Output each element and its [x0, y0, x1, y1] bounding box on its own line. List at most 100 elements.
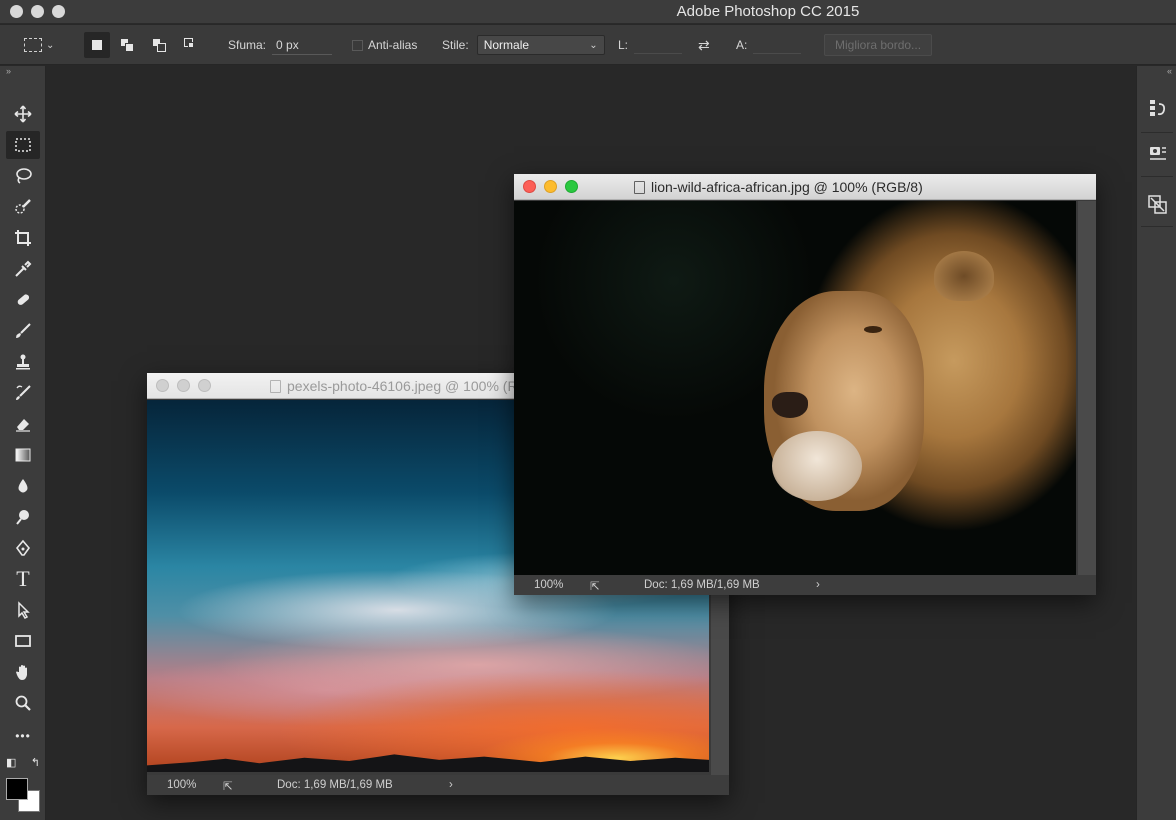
pen-tool[interactable] — [6, 534, 40, 562]
healing-brush-tool[interactable] — [6, 286, 40, 314]
intersect-selection-button[interactable] — [178, 32, 204, 58]
rect-marquee-icon — [15, 138, 31, 152]
default-colors-icon[interactable]: ◧ — [6, 756, 16, 769]
close-document-button[interactable] — [156, 379, 169, 392]
type-tool[interactable]: T — [6, 565, 40, 593]
properties-panel-icon — [1150, 147, 1166, 160]
add-to-selection-button[interactable] — [114, 32, 140, 58]
lasso-icon — [16, 168, 32, 184]
move-icon — [14, 105, 32, 123]
intersect-selection-icon — [184, 38, 198, 52]
zoom-document-button[interactable] — [565, 180, 578, 193]
height-label: A: — [736, 38, 748, 52]
path-selection-tool[interactable] — [6, 596, 40, 624]
quick-selection-icon — [15, 199, 31, 214]
chevron-right-icon[interactable]: › — [449, 779, 453, 791]
lasso-tool[interactable] — [6, 162, 40, 190]
document-title: pexels-photo-46106.jpeg @ 100% (RGB/8) — [270, 378, 554, 394]
document-statusbar: 100% ⇱ Doc: 1,69 MB/1,69 MB › — [147, 775, 729, 795]
minimize-document-button[interactable] — [177, 379, 190, 392]
refine-edge-button[interactable]: Migliora bordo... — [824, 34, 933, 56]
paths-panel-button[interactable] — [1146, 192, 1170, 216]
vertical-scrollbar[interactable] — [1078, 201, 1096, 575]
height-input[interactable] — [753, 36, 802, 54]
properties-panel-button[interactable] — [1146, 142, 1170, 166]
expand-panels-icon[interactable]: « — [1167, 66, 1172, 76]
blur-icon — [18, 479, 28, 493]
app-title: Adobe Photoshop CC 2015 — [676, 3, 860, 20]
zoom-document-button[interactable] — [198, 379, 211, 392]
history-brush-tool[interactable] — [6, 379, 40, 407]
gradient-tool[interactable] — [6, 441, 40, 469]
doc-size-info: Doc: 1,69 MB/1,69 MB — [644, 579, 760, 591]
foreground-color-swatch[interactable] — [6, 778, 28, 800]
crop-tool[interactable] — [6, 224, 40, 252]
right-panel-dock: « — [1136, 66, 1176, 820]
move-tool[interactable] — [6, 100, 40, 128]
document-statusbar: 100% ⇱ Doc: 1,69 MB/1,69 MB › — [514, 575, 1096, 595]
document-title-text: lion-wild-africa-african.jpg @ 100% (RGB… — [651, 179, 923, 195]
zoom-level[interactable]: 100% — [167, 779, 196, 791]
doc-size-info: Doc: 1,69 MB/1,69 MB — [277, 779, 393, 791]
dodge-tool[interactable] — [6, 503, 40, 531]
clone-stamp-icon — [16, 354, 30, 370]
more-tools-button[interactable]: ••• — [6, 722, 40, 750]
subtract-from-selection-button[interactable] — [146, 32, 172, 58]
quick-selection-tool[interactable] — [6, 193, 40, 221]
dodge-icon — [16, 510, 29, 525]
chevron-right-icon[interactable]: › — [816, 579, 820, 591]
antialias-label: Anti-alias — [368, 38, 418, 52]
antialias-checkbox[interactable] — [352, 39, 363, 51]
clone-stamp-tool[interactable] — [6, 348, 40, 376]
gradient-icon — [15, 448, 31, 462]
hand-tool[interactable] — [6, 658, 40, 686]
document-title: lion-wild-africa-african.jpg @ 100% (RGB… — [634, 179, 923, 195]
width-input[interactable] — [634, 36, 683, 54]
rect-marquee-preset-icon — [24, 38, 42, 52]
add-selection-icon — [120, 38, 134, 52]
zoom-level[interactable]: 100% — [534, 579, 563, 591]
rectangle-tool[interactable] — [6, 627, 40, 655]
style-select-value: Normale — [483, 38, 530, 52]
lion-portrait-image[interactable] — [514, 201, 1076, 575]
hand-icon — [16, 665, 27, 680]
swap-colors-icon[interactable]: ↰ — [31, 756, 40, 769]
eraser-tool[interactable] — [6, 410, 40, 438]
crop-icon — [15, 230, 31, 246]
document-window-lion: lion-wild-africa-african.jpg @ 100% (RGB… — [514, 174, 1096, 595]
close-document-button[interactable] — [523, 180, 536, 193]
lion-ear — [934, 251, 994, 301]
share-icon[interactable]: ⇱ — [223, 779, 233, 793]
history-panel-button[interactable] — [1146, 96, 1170, 120]
rect-marquee-tool[interactable] — [6, 131, 40, 159]
swap-width-height-icon[interactable]: ⇄ — [698, 25, 710, 65]
paths-panel-icon — [1148, 195, 1167, 214]
feather-input[interactable]: 0 px — [272, 36, 333, 55]
chevron-down-icon: ⌄ — [46, 39, 55, 51]
style-select[interactable]: Normale ⌄ — [476, 35, 605, 55]
zoom-tool[interactable] — [6, 689, 40, 717]
panel-separator — [1141, 176, 1173, 177]
tools-panel: » T ••• ◧ ↰ — [0, 66, 46, 820]
eyedropper-tool[interactable] — [6, 255, 40, 283]
collapse-toolbar-icon[interactable]: » — [6, 66, 11, 76]
blur-tool[interactable] — [6, 472, 40, 500]
new-selection-button[interactable] — [84, 32, 110, 58]
rectangle-shape-icon — [15, 635, 31, 647]
lion-muzzle — [772, 431, 862, 501]
new-selection-icon — [92, 40, 102, 50]
brush-tool[interactable] — [6, 317, 40, 345]
tool-preset-picker[interactable]: ⌄ — [24, 25, 54, 65]
document-file-icon — [634, 180, 645, 194]
document-window-controls — [523, 180, 578, 193]
options-bar: ⌄ Sfuma: 0 px Anti-alias Stile: Normale … — [0, 25, 1176, 65]
feather-label: Sfuma: — [228, 38, 267, 52]
share-icon[interactable]: ⇱ — [590, 579, 600, 593]
color-swatches — [6, 778, 42, 814]
document-window-controls — [156, 379, 211, 392]
document-titlebar[interactable]: lion-wild-africa-african.jpg @ 100% (RGB… — [514, 174, 1096, 200]
mountain-silhouette — [147, 754, 709, 772]
minimize-document-button[interactable] — [544, 180, 557, 193]
app-titlebar: Adobe Photoshop CC 2015 — [0, 0, 1176, 24]
document-file-icon — [270, 379, 281, 393]
